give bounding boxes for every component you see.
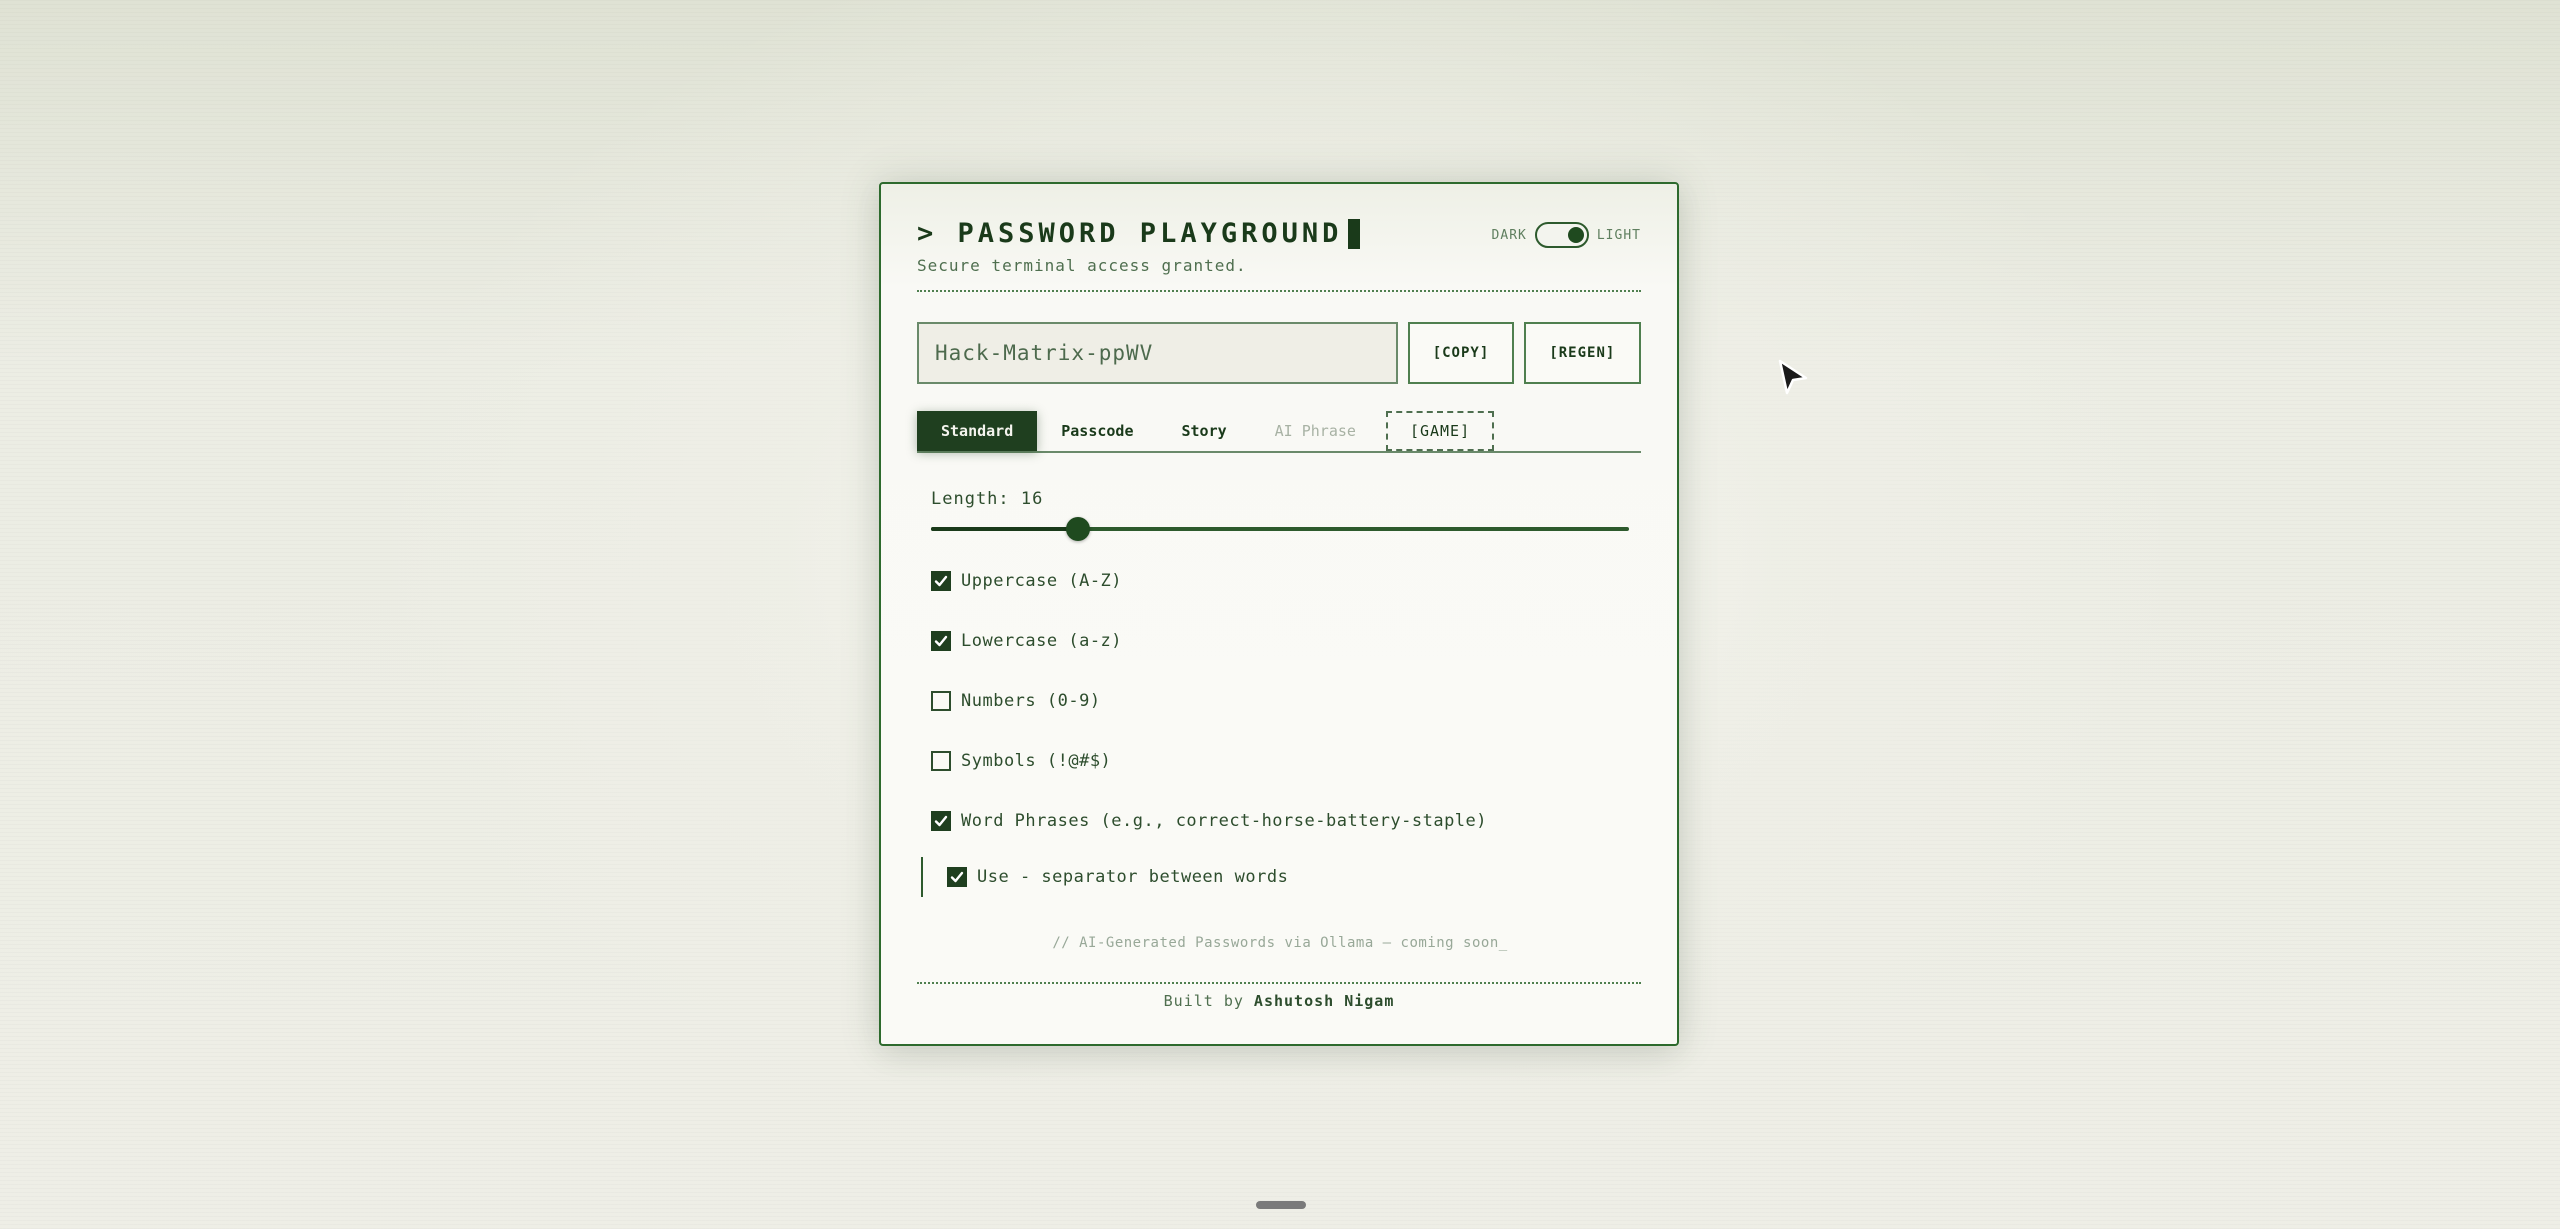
separator-checkbox[interactable] [947, 867, 967, 887]
page-title-text: > PASSWORD PLAYGROUND [917, 218, 1343, 249]
scroll-handle[interactable] [1256, 1201, 1306, 1209]
theme-switch[interactable] [1534, 222, 1589, 248]
page-title: > PASSWORD PLAYGROUND [917, 218, 1361, 249]
password-row: [COPY] [REGEN] [917, 322, 1641, 384]
footer: Built by Ashutosh Nigam [917, 982, 1641, 1010]
tab-game[interactable]: [GAME] [1385, 411, 1495, 451]
length-slider-thumb[interactable] [1065, 517, 1090, 541]
separator-label: Use - separator between words [977, 867, 1289, 887]
theme-switch-knob [1567, 227, 1584, 243]
option-uppercase[interactable]: Uppercase (A-Z) [931, 569, 1629, 593]
theme-toggle: DARK LIGHT [1492, 222, 1641, 248]
standard-settings: Length: 16 Uppercase (A-Z) Lowercase (a-… [917, 489, 1641, 951]
length-label: Length: 16 [931, 489, 1629, 509]
uppercase-checkbox[interactable] [931, 571, 951, 591]
option-numbers[interactable]: Numbers (0-9) [931, 689, 1629, 713]
terminal-cursor-icon [1348, 218, 1361, 249]
symbols-checkbox[interactable] [931, 751, 951, 771]
tab-passcode[interactable]: Passcode [1037, 411, 1157, 451]
option-word-phrases[interactable]: Word Phrases (e.g., correct-horse-batter… [931, 809, 1629, 833]
regen-button[interactable]: [REGEN] [1523, 322, 1641, 384]
footer-built-by: Built by [1163, 992, 1244, 1010]
header: > PASSWORD PLAYGROUND Secure terminal ac… [917, 184, 1641, 292]
option-lowercase[interactable]: Lowercase (a-z) [931, 629, 1629, 653]
option-symbols[interactable]: Symbols (!@#$) [931, 749, 1629, 773]
length-label-text: Length: [931, 489, 1010, 509]
numbers-label: Numbers (0-9) [961, 691, 1101, 711]
length-slider[interactable] [931, 517, 1629, 541]
tab-ai-phrase: AI Phrase [1274, 422, 1356, 440]
mouse-pointer-icon [1778, 359, 1808, 395]
tab-standard[interactable]: Standard [917, 411, 1038, 451]
lowercase-checkbox[interactable] [931, 631, 951, 651]
mode-tabs: Standard Passcode Story AI Phrase [GAME] [917, 411, 1641, 453]
password-output[interactable] [917, 322, 1399, 384]
symbols-label: Symbols (!@#$) [961, 751, 1112, 771]
tab-story[interactable]: Story [1158, 411, 1251, 451]
footer-author: Ashutosh Nigam [1253, 992, 1395, 1010]
length-value: 16 [1020, 489, 1044, 509]
numbers-checkbox[interactable] [931, 691, 951, 711]
password-panel: > PASSWORD PLAYGROUND Secure terminal ac… [879, 182, 1679, 1046]
copy-button[interactable]: [COPY] [1408, 322, 1514, 384]
light-label: LIGHT [1596, 227, 1641, 243]
dark-label: DARK [1491, 227, 1527, 243]
option-separator[interactable]: Use - separator between words [921, 857, 1629, 897]
word-phrases-label: Word Phrases (e.g., correct-horse-batter… [961, 811, 1488, 831]
lowercase-label: Lowercase (a-z) [961, 631, 1123, 651]
length-slider-fill [931, 527, 1078, 531]
word-phrases-checkbox[interactable] [931, 811, 951, 831]
page-subtitle: Secure terminal access granted. [917, 256, 1247, 275]
uppercase-label: Uppercase (A-Z) [961, 571, 1123, 591]
coming-soon-note: // AI-Generated Passwords via Ollama — c… [1052, 935, 1508, 951]
